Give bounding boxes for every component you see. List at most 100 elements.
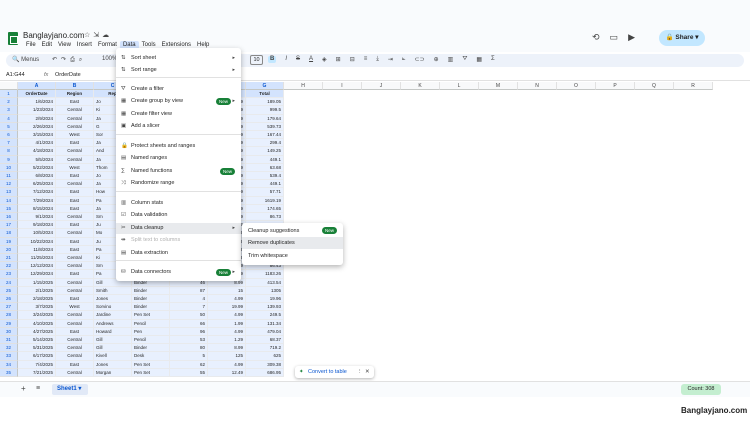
row-header[interactable]: 16 [0, 213, 18, 222]
link-icon[interactable]: ⊂⊃ [415, 56, 425, 63]
undo-icon[interactable]: ↶ [52, 57, 61, 63]
table-cell[interactable]: 1619.19 [246, 196, 284, 205]
row-header[interactable]: 25 [0, 286, 18, 295]
row-header[interactable]: 17 [0, 221, 18, 230]
redo-icon[interactable]: ↷ [61, 57, 70, 63]
column-header-j[interactable]: J [362, 82, 401, 90]
menu-item-add-a-slicer[interactable]: ▣ Add a slicer [116, 121, 241, 132]
table-cell[interactable]: 9/1/2024 [18, 213, 56, 222]
header-cell[interactable]: Region [56, 90, 94, 99]
table-cell[interactable]: 87 [170, 286, 208, 295]
table-cell[interactable]: 2/18/2025 [18, 295, 56, 304]
table-cell[interactable]: Central [56, 336, 94, 345]
table-cell[interactable]: 479.04 [246, 327, 284, 336]
menu-item-create-a-filter[interactable]: ⛛ Create a filter [116, 84, 241, 95]
column-header-b[interactable]: B [56, 82, 94, 90]
table-cell[interactable]: 5/5/2024 [18, 155, 56, 164]
menu-item-create-group-by-view[interactable]: ▦ Create group by view New ▸ [116, 96, 241, 107]
table-cell[interactable]: 80 [170, 344, 208, 353]
table-cell[interactable]: 68.37 [246, 336, 284, 345]
row-header[interactable]: 32 [0, 344, 18, 353]
table-cell[interactable]: Central [56, 180, 94, 189]
menu-item-named-functions[interactable]: ∑ Named functions New [116, 166, 241, 177]
table-cell[interactable]: West [56, 303, 94, 312]
menu-file[interactable]: File [23, 41, 39, 49]
fill-color-icon[interactable]: ◈ [322, 56, 327, 63]
table-cell[interactable]: Central [56, 155, 94, 164]
table-cell[interactable]: 4/18/2024 [18, 147, 56, 156]
close-icon[interactable]: ✕ [365, 366, 370, 378]
table-cell[interactable]: Central [56, 278, 94, 287]
table-cell[interactable]: 6/8/2024 [18, 172, 56, 181]
menu-item-data-cleanup[interactable]: ✂ Data cleanup ▸ [116, 223, 241, 234]
header-cell[interactable]: Total [246, 90, 284, 99]
table-cell[interactable]: 539.73 [246, 122, 284, 131]
table-cell[interactable]: 131.34 [246, 319, 284, 328]
table-cell[interactable]: 1/6/2024 [18, 98, 56, 107]
more-icon[interactable]: ⋮ [357, 366, 363, 378]
table-cell[interactable]: 539.4 [246, 172, 284, 181]
print-icon[interactable]: ⎙ [70, 57, 79, 63]
table-cell[interactable]: Gill [94, 344, 132, 353]
text-color-icon[interactable]: A [309, 56, 313, 63]
table-cell[interactable]: 2/26/2024 [18, 122, 56, 131]
row-header[interactable]: 4 [0, 114, 18, 123]
share-button[interactable]: 🔒 Share ▾ [659, 30, 705, 46]
row-header[interactable]: 26 [0, 295, 18, 304]
menu-item-protect-sheets-and-ranges[interactable]: 🔒 Protect sheets and ranges [116, 141, 241, 152]
font-size-input[interactable]: 10 [250, 55, 263, 65]
row-header[interactable]: 1 [0, 90, 18, 99]
table-cell[interactable]: 999.5 [246, 106, 284, 115]
table-cell[interactable]: Andrews [94, 319, 132, 328]
table-cell[interactable]: 719.2 [246, 344, 284, 353]
strikethrough-icon[interactable]: S [296, 56, 300, 63]
row-header[interactable]: 13 [0, 188, 18, 197]
borders-icon[interactable]: ⊞ [336, 56, 341, 63]
table-cell[interactable]: East [56, 188, 94, 197]
table-cell[interactable]: 57.71 [246, 188, 284, 197]
table-cell[interactable]: 7/12/2024 [18, 188, 56, 197]
table-cell[interactable]: Central [56, 254, 94, 263]
convert-to-table-chip[interactable]: ✦ Convert to table ⋮ ✕ [295, 366, 374, 378]
menu-insert[interactable]: Insert [74, 41, 95, 49]
table-cell[interactable]: 9/18/2024 [18, 221, 56, 230]
row-header[interactable]: 20 [0, 245, 18, 254]
rotate-icon[interactable]: ⟀ [402, 56, 406, 63]
table-cell[interactable]: 5/14/2025 [18, 336, 56, 345]
table-cell[interactable]: 19.99 [208, 303, 246, 312]
table-cell[interactable]: Central [56, 311, 94, 320]
table-cell[interactable]: 12/12/2024 [18, 262, 56, 271]
header-cell[interactable]: OrderDate [18, 90, 56, 99]
row-header[interactable]: 2 [0, 98, 18, 107]
move-icon[interactable]: ⇲ [93, 32, 102, 39]
table-cell[interactable]: 4 [170, 295, 208, 304]
menu-view[interactable]: View [55, 41, 74, 49]
history-icon[interactable]: ⟲ [592, 32, 600, 43]
row-header[interactable]: 29 [0, 319, 18, 328]
table-cell[interactable]: 15 [208, 286, 246, 295]
menu-item-data-extraction[interactable]: ▤ Data extraction [116, 248, 241, 259]
table-cell[interactable]: 3/7/2025 [18, 303, 56, 312]
table-cell[interactable]: 299.4 [246, 139, 284, 148]
table-cell[interactable]: 1305 [246, 286, 284, 295]
table-cell[interactable]: Pen [132, 327, 170, 336]
row-header[interactable]: 34 [0, 360, 18, 369]
row-header[interactable]: 8 [0, 147, 18, 156]
row-header[interactable]: 14 [0, 196, 18, 205]
all-sheets-icon[interactable]: ≡ [36, 385, 40, 392]
table-cell[interactable]: West [56, 131, 94, 140]
table-cell[interactable]: 249.5 [246, 311, 284, 320]
formula-input[interactable]: OrderDate [55, 72, 81, 78]
menu-item-create-filter-view[interactable]: ▦ Create filter view [116, 109, 241, 120]
table-cell[interactable]: 7/29/2024 [18, 196, 56, 205]
table-cell[interactable]: 2/1/2025 [18, 286, 56, 295]
table-cell[interactable]: 19.96 [246, 295, 284, 304]
filter-icon[interactable]: ⛛ [462, 56, 467, 63]
menu-item-randomize-range[interactable]: ⤨ Randomize range [116, 178, 241, 189]
table-cell[interactable]: 55 [170, 368, 208, 377]
table-cell[interactable]: East [56, 295, 94, 304]
table-cell[interactable]: Pen Set [132, 368, 170, 377]
table-cell[interactable]: 174.65 [246, 204, 284, 213]
table-cell[interactable]: 4.99 [208, 311, 246, 320]
table-cell[interactable]: Kivell [94, 352, 132, 361]
